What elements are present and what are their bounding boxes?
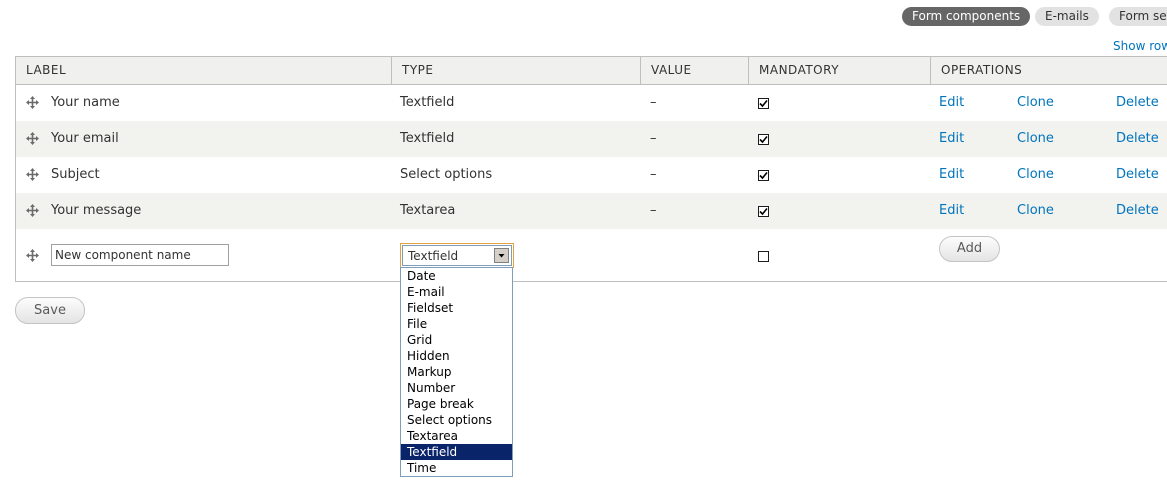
save-button[interactable]: Save [15, 297, 85, 324]
column-header-label: LABEL [26, 63, 67, 77]
option-hidden[interactable]: Hidden [401, 348, 512, 364]
mandatory-checkbox[interactable] [758, 170, 769, 181]
clone-link[interactable]: Clone [1017, 193, 1054, 229]
option-page-break[interactable]: Page break [401, 396, 512, 412]
column-header-value: VALUE [640, 57, 748, 84]
edit-link[interactable]: Edit [939, 157, 964, 193]
drag-handle-icon[interactable] [26, 204, 39, 217]
row-label: Your email [51, 131, 119, 146]
row-type: Select options [400, 167, 493, 182]
option-textfield[interactable]: Textfield [401, 444, 512, 460]
component-type-select[interactable]: Textfield [400, 243, 514, 268]
option-email[interactable]: E-mail [401, 284, 512, 300]
row-type: Textfield [400, 95, 455, 110]
row-value: – [650, 203, 657, 218]
components-table: LABEL TYPE VALUE MANDATORY OPERATIONS Yo… [15, 56, 1167, 282]
option-markup[interactable]: Markup [401, 364, 512, 380]
option-fieldset[interactable]: Fieldset [401, 300, 512, 316]
tab-form-components[interactable]: Form components [902, 7, 1031, 26]
clone-link[interactable]: Clone [1017, 121, 1054, 157]
row-label: Your message [51, 203, 142, 218]
option-select-options[interactable]: Select options [401, 412, 512, 428]
add-button[interactable]: Add [939, 236, 1000, 262]
row-type: Textfield [400, 131, 455, 146]
mandatory-checkbox[interactable] [758, 98, 769, 109]
row-value: – [650, 167, 657, 182]
mandatory-checkbox[interactable] [758, 134, 769, 145]
delete-link[interactable]: Delete [1116, 157, 1159, 193]
row-value: – [650, 95, 657, 110]
clone-link[interactable]: Clone [1017, 157, 1054, 193]
new-mandatory-checkbox[interactable] [758, 251, 769, 262]
table-header: LABEL TYPE VALUE MANDATORY OPERATIONS [16, 57, 1167, 85]
option-number[interactable]: Number [401, 380, 512, 396]
column-header-operations: OPERATIONS [930, 57, 1167, 84]
drag-handle-icon[interactable] [26, 168, 39, 181]
row-value: – [650, 131, 657, 146]
drag-handle-icon[interactable] [26, 96, 39, 109]
show-row-weights-link[interactable]: Show row [1113, 39, 1167, 53]
row-label: Your name [51, 95, 120, 110]
delete-link[interactable]: Delete [1116, 85, 1159, 121]
option-file[interactable]: File [401, 316, 512, 332]
select-value: Textfield [408, 249, 459, 263]
delete-link[interactable]: Delete [1116, 121, 1159, 157]
select-inner: Textfield [402, 245, 512, 266]
option-date[interactable]: Date [401, 268, 512, 284]
tab-emails[interactable]: E-mails [1035, 7, 1099, 26]
type-dropdown-list: Date E-mail Fieldset File Grid Hidden Ma… [400, 267, 513, 477]
table-row: Your email Textfield – Edit Clone Delete [16, 121, 1167, 157]
edit-link[interactable]: Edit [939, 85, 964, 121]
edit-link[interactable]: Edit [939, 193, 964, 229]
option-textarea[interactable]: Textarea [401, 428, 512, 444]
delete-link[interactable]: Delete [1116, 193, 1159, 229]
table-row: Subject Select options – Edit Clone Dele… [16, 157, 1167, 193]
drag-handle-icon[interactable] [26, 249, 39, 262]
clone-link[interactable]: Clone [1017, 85, 1054, 121]
option-time[interactable]: Time [401, 460, 512, 476]
drag-handle-icon[interactable] [26, 132, 39, 145]
column-header-type: TYPE [391, 57, 640, 84]
row-label: Subject [51, 167, 100, 182]
edit-link[interactable]: Edit [939, 121, 964, 157]
row-type: Textarea [400, 203, 456, 218]
column-header-mandatory: MANDATORY [748, 57, 930, 84]
mandatory-checkbox[interactable] [758, 206, 769, 217]
dropdown-arrow-icon[interactable] [494, 248, 509, 263]
new-component-name-input[interactable] [51, 244, 229, 266]
tab-form-settings[interactable]: Form set [1109, 7, 1167, 26]
table-row: Your name Textfield – Edit Clone Delete [16, 85, 1167, 121]
option-grid[interactable]: Grid [401, 332, 512, 348]
table-row: Your message Textarea – Edit Clone Delet… [16, 193, 1167, 229]
